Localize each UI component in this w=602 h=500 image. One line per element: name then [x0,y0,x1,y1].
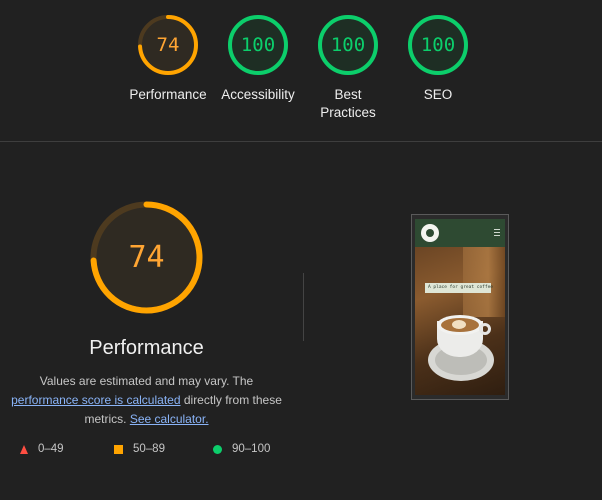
legend-range: 0–49 [38,443,64,455]
circle-icon [213,444,222,454]
see-calculator-link[interactable]: See calculator. [130,412,209,426]
legend-range: 50–89 [133,443,165,455]
performance-score-calculated-link[interactable]: performance score is calculated [11,393,180,407]
legend-average: 50–89 [114,443,165,455]
gauge-label: Best Practices [320,87,376,120]
site-header [415,219,505,247]
vertical-divider [303,273,304,341]
legend-fail: 0–49 [20,443,64,455]
gauge-score: 100 [240,34,276,56]
section-divider [0,141,602,142]
description-text: Values are estimated and may vary. The [39,374,254,388]
gauge-performance[interactable]: 74 Performance [118,14,218,104]
screenshot-screen: A place for great coffee [415,219,505,395]
cafe-logo-icon [421,224,439,242]
performance-score: 74 [128,240,165,275]
score-legend: 0–49 50–89 90–100 [0,443,602,461]
square-icon [114,444,123,454]
cup-handle [479,323,491,335]
hero-tagline: A place for great coffee [425,283,493,293]
performance-description: Values are estimated and may vary. The p… [10,372,283,429]
gauge-score: 100 [330,34,366,56]
gauge-label: Accessibility [221,87,295,102]
triangle-icon [20,444,28,454]
gauge-score: 100 [420,34,456,56]
legend-range: 90–100 [232,443,271,455]
latte-art [452,320,466,329]
category-gauges: 74 Performance 100 Accessibility 100 Bes… [0,0,602,141]
gauge-best-practices[interactable]: 100 Best Practices [298,14,398,122]
final-screenshot-thumbnail[interactable]: A place for great coffee [411,214,509,400]
gauge-seo[interactable]: 100 SEO [388,14,488,104]
gauge-score: 74 [156,34,180,56]
gauge-accessibility[interactable]: 100 Accessibility [208,14,308,104]
gauge-label: Performance [129,87,207,102]
hamburger-menu-icon [494,229,500,238]
legend-pass: 90–100 [213,443,270,455]
performance-title: Performance [89,337,204,359]
gauge-label: SEO [423,87,453,102]
